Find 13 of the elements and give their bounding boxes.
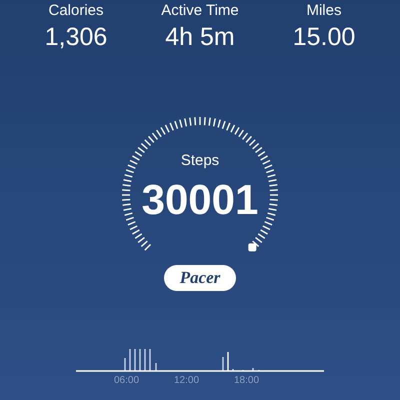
gauge-marker — [248, 243, 256, 252]
stat-value: 15.00 — [292, 22, 356, 53]
time-label: 12:00 — [174, 374, 200, 388]
time-label: 06:00 — [114, 374, 140, 388]
stat-label: Miles — [306, 1, 342, 21]
steps-count: 30001 — [142, 175, 258, 225]
stat-value: 1,306 — [44, 22, 108, 53]
gauge-label: Steps — [180, 151, 220, 171]
stat-value: 4h 5m — [165, 22, 235, 53]
time-label: 18:00 — [234, 374, 260, 388]
stat-label: Calories — [48, 1, 104, 21]
stat-label: Active Time — [161, 1, 239, 21]
logo-badge: Pacer — [164, 265, 236, 291]
